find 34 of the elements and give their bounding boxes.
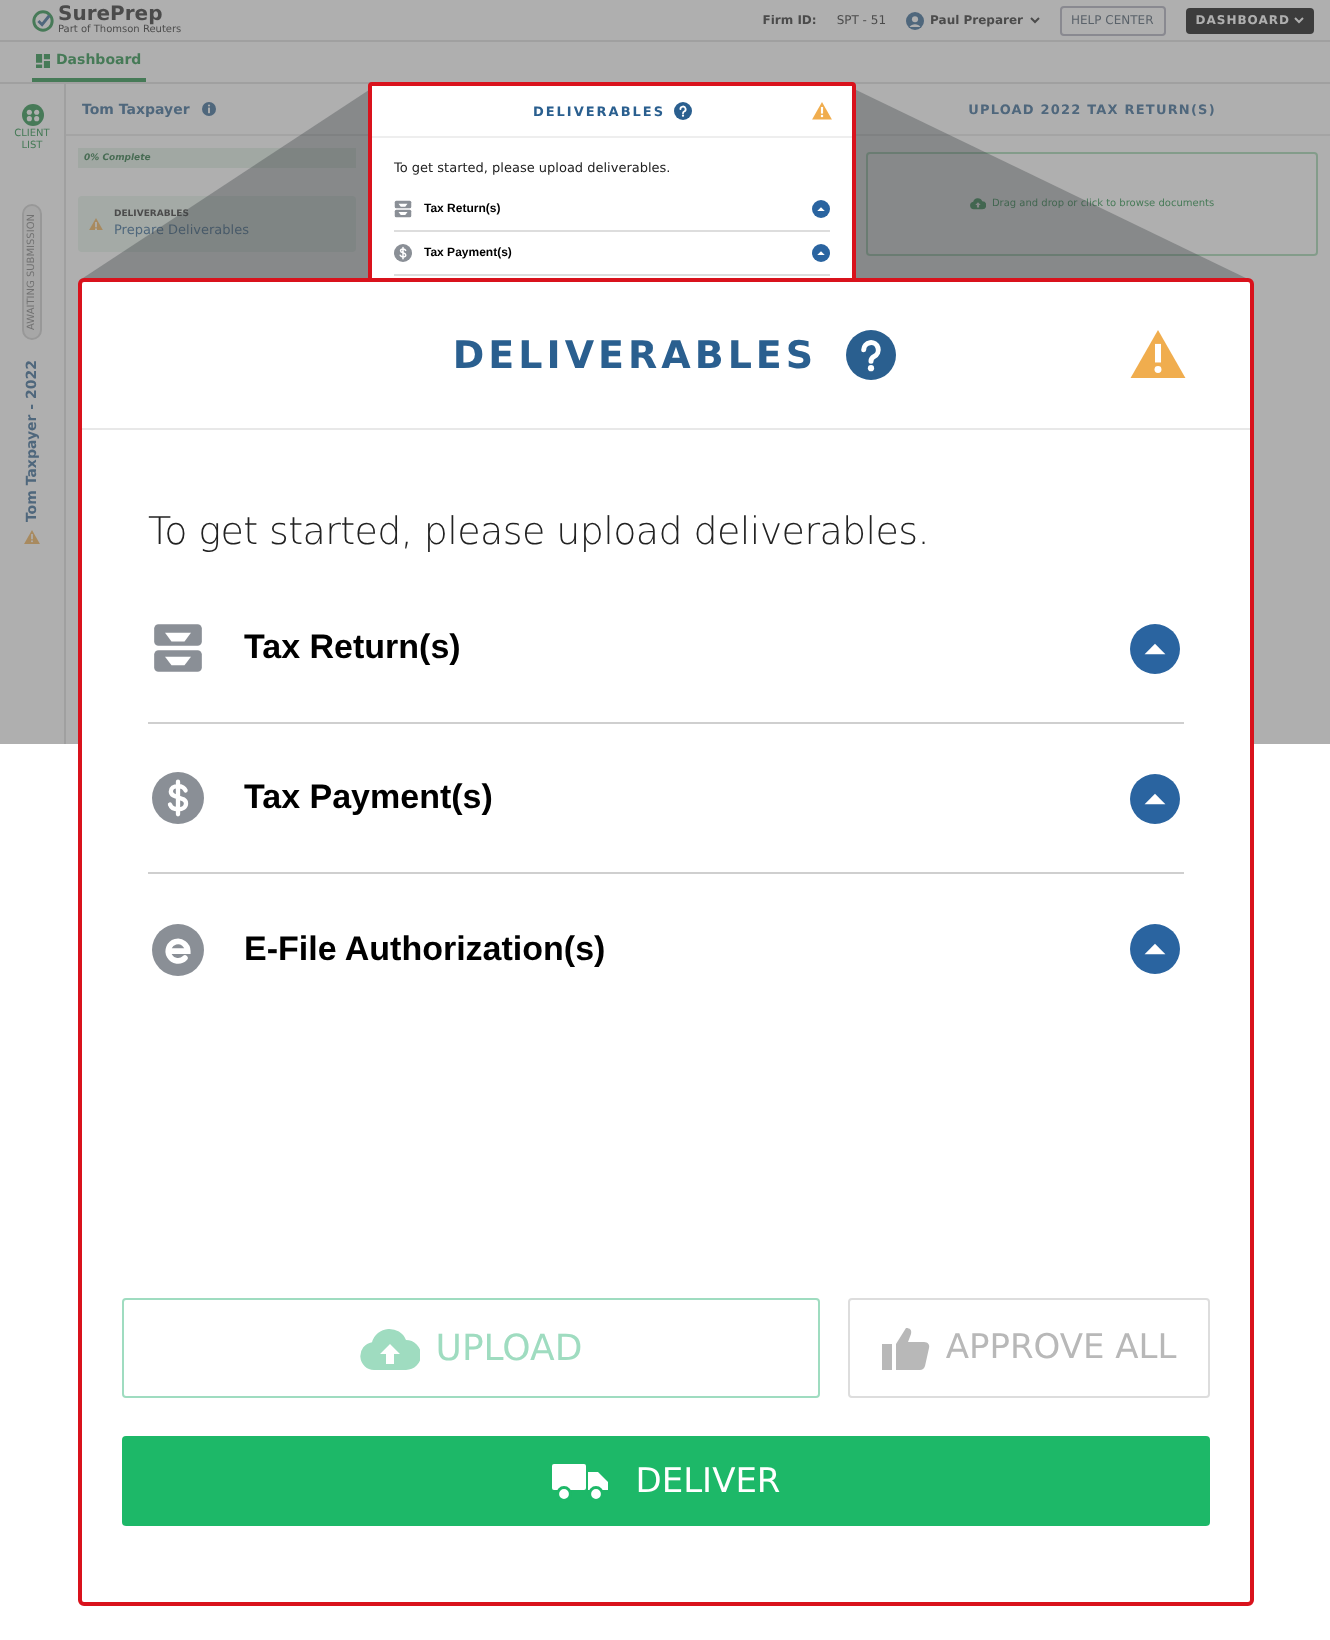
dollar-icon (152, 772, 204, 824)
cloud-upload-icon (969, 198, 986, 210)
chevron-up-icon[interactable] (1130, 623, 1180, 673)
cloud-upload-icon (359, 1327, 420, 1369)
people-icon (21, 104, 43, 126)
intro-text: To get started, please upload deliverables. (148, 510, 932, 554)
chevron-up-icon[interactable] (812, 244, 830, 262)
caret-down-icon[interactable] (1029, 16, 1039, 24)
deliverable-label: Tax Payment(s) (244, 778, 495, 818)
help-icon[interactable] (845, 330, 896, 380)
panel-title: DELIVERABLES (452, 333, 818, 377)
dollar-icon (394, 244, 412, 262)
caret-down-icon (1294, 16, 1304, 24)
chevron-up-icon[interactable] (812, 200, 830, 218)
e-circle-icon (152, 923, 204, 975)
logo-check-icon (32, 9, 54, 31)
warning-icon (1130, 330, 1186, 379)
dashboard-grid-icon (36, 53, 50, 67)
truck-icon (551, 1461, 608, 1501)
logo-name: SurePrep (58, 5, 163, 25)
deliver-button[interactable]: DELIVER (122, 1436, 1210, 1526)
info-icon[interactable] (201, 102, 216, 116)
chevron-up-icon[interactable] (1130, 773, 1180, 823)
deliverable-label: Tax Return(s) (244, 628, 463, 668)
user-icon (906, 11, 925, 29)
deliverable-label: E-File Authorization(s) (244, 929, 608, 969)
thumbs-up-icon (881, 1326, 930, 1370)
help-icon[interactable] (673, 102, 692, 120)
warning-icon (24, 530, 40, 544)
warning-icon (812, 102, 832, 120)
inbox-tray-icon (394, 200, 412, 218)
warning-icon (88, 217, 104, 231)
chevron-up-icon[interactable] (1130, 924, 1180, 974)
inbox-tray-icon (152, 622, 204, 674)
